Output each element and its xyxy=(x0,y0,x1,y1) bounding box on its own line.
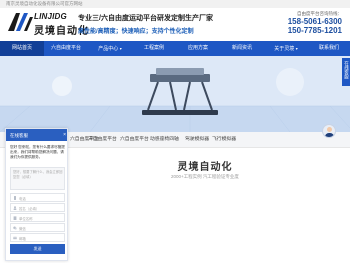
phone-icon xyxy=(14,195,16,200)
header-slogan: 专业三/六自由度运动平台研发定制生产厂家 高性能/高精度；快速响应；支持个性化定… xyxy=(78,13,213,35)
close-icon[interactable]: × xyxy=(63,132,66,138)
logo-mark-icon xyxy=(8,13,33,31)
avatar-head xyxy=(327,127,332,132)
subnav-item[interactable]: 飞行模拟器 xyxy=(212,132,236,148)
section-subtitle: 2000+工程实例 汽工程验证专业度 xyxy=(171,174,239,179)
chat-message-placeholder: 您好，想要了解什么，我会立即回复您（必填） xyxy=(13,170,63,179)
online-service-tab[interactable]: 在线客服 xyxy=(342,58,350,86)
slogan-line-2: 高性能/高精度；快速响应；支持个性化定制 xyxy=(78,29,194,35)
mail-icon xyxy=(13,236,17,239)
nav-item-news[interactable]: 新闻资讯 xyxy=(220,41,264,56)
subnav-item[interactable]: 动感座椅四轴 xyxy=(150,132,179,148)
subnav-item[interactable]: 六自由度平台 xyxy=(120,132,149,148)
building-icon xyxy=(13,215,17,220)
chat-greeting: 您好 您来啦，您有什么要求尽管提出来，我们将帮助您解决问题，请我们为你提供服务。 xyxy=(10,145,65,160)
hotline: 自由度平台咨询热线： 158-5061-6300 150-7785-1201 xyxy=(288,11,342,35)
hotline-phone-1[interactable]: 158-5061-6300 xyxy=(288,17,342,26)
user-icon xyxy=(13,205,17,210)
nav-item-cases[interactable]: 工程案例 xyxy=(132,41,176,56)
nav-item-contact[interactable]: 联系我们 xyxy=(308,41,350,56)
top-bar: 南京灵境自动化设备有限公司官方网站 xyxy=(0,0,350,8)
wechat-icon xyxy=(13,226,17,230)
email-field[interactable]: 邮箱 xyxy=(10,233,65,242)
nav-item-products[interactable]: 产品中心 ▾ xyxy=(88,41,132,56)
top-bar-text: 南京灵境自动化设备有限公司官方网站 xyxy=(6,0,83,6)
chat-header: 在线客服 × xyxy=(6,129,67,141)
chat-message-input[interactable]: 您好，想要了解什么，我会立即回复您（必填） xyxy=(10,167,65,190)
chevron-down-icon: ▾ xyxy=(119,46,122,51)
nav-item-six-dof[interactable]: 六自由度平台 xyxy=(44,41,88,56)
nav-item-home[interactable]: 网站首页 xyxy=(0,41,44,56)
banner-illustration xyxy=(0,56,350,132)
send-button[interactable]: 发送 xyxy=(10,244,65,254)
chevron-down-icon: ▾ xyxy=(295,46,298,51)
page: 南京灵境自动化设备有限公司官方网站 LINJIDG 灵境自动化 专业三/六自由度… xyxy=(0,0,350,263)
section-title: 灵境自动化 xyxy=(177,162,233,173)
logo-text-en: LINJIDG xyxy=(34,12,67,21)
chat-widget: 在线客服 × 您好 您来啦，您有什么要求尽管提出来，我们将帮助您解决问题，请我们… xyxy=(5,128,68,261)
subnav-item[interactable]: 三自由度平台 xyxy=(88,132,117,148)
phone-field[interactable]: 电话 xyxy=(10,193,65,202)
subnav-item[interactable]: 驾驶模拟器 xyxy=(185,132,209,148)
hotline-phone-2[interactable]: 150-7785-1201 xyxy=(288,26,342,35)
hero-banner xyxy=(0,56,350,132)
company-field[interactable]: 单位名称 xyxy=(10,213,65,222)
customer-service-avatar[interactable] xyxy=(322,124,336,138)
main-nav: 网站首页 六自由度平台 产品中心 ▾ 工程案例 应用方案 新闻资讯 关于灵境 ▾… xyxy=(0,41,350,56)
slogan-line-1: 专业三/六自由度运动平台研发定制生产厂家 xyxy=(78,15,213,22)
nav-item-solutions[interactable]: 应用方案 xyxy=(176,41,220,56)
wechat-field[interactable]: 微信 xyxy=(10,223,65,232)
name-field[interactable]: 姓名（必填） xyxy=(10,203,65,212)
nav-item-about[interactable]: 关于灵境 ▾ xyxy=(264,41,308,56)
chat-title: 在线客服 xyxy=(10,132,28,138)
site-logo[interactable]: LINJIDG 灵境自动化 xyxy=(6,11,88,37)
